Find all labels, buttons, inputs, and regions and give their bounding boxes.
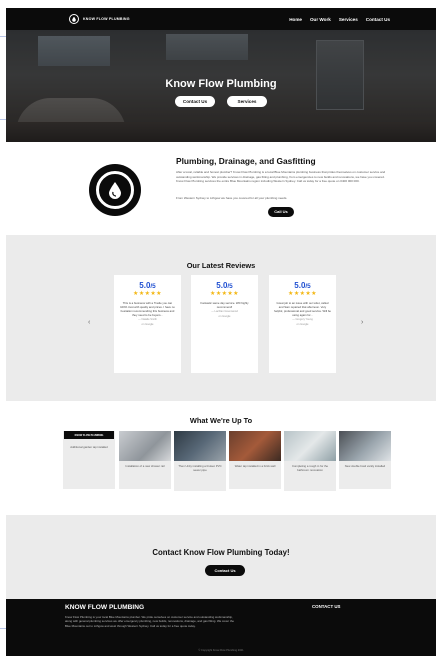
project-caption: New double bowl vanity installed bbox=[344, 464, 386, 468]
review-source: on Google bbox=[141, 323, 154, 327]
review-carousel: 5.0/5 ★★★★★ This is a business with a Tr… bbox=[114, 275, 336, 373]
project-card[interactable]: Completing a rough in for the bathroom r… bbox=[284, 431, 336, 491]
about-section: Plumbing, Drainage, and Gasfitting After… bbox=[6, 142, 436, 235]
project-thumb: KNOW FLOW PLUMBING bbox=[64, 431, 114, 439]
about-paragraph: After a local, reliable and honest plumb… bbox=[176, 170, 386, 183]
review-author: — Natalie Smith bbox=[138, 318, 157, 322]
review-stars-icon: ★★★★★ bbox=[133, 291, 162, 297]
project-thumb bbox=[284, 431, 336, 461]
nav-links: Home Our Work Services Contact Us bbox=[289, 17, 390, 22]
hero-contact-button[interactable]: Contact Us bbox=[175, 96, 215, 107]
review-author: — Gregory Young bbox=[292, 318, 313, 322]
reviews-prev-arrow-icon[interactable]: ‹ bbox=[88, 319, 90, 326]
project-card[interactable]: Then Unity installing a broken PVC sewer… bbox=[174, 431, 226, 491]
project-caption: Then Unity installing a broken PVC sewer… bbox=[178, 464, 222, 472]
footer-copyright: © Copyright Know Flow Plumbing 2021 bbox=[198, 649, 244, 652]
project-caption: Additional garden tap installed bbox=[70, 445, 108, 449]
nav-link-home[interactable]: Home bbox=[289, 17, 302, 22]
review-text: Fantastic same day service. Will highly … bbox=[200, 301, 249, 310]
project-card[interactable]: Water tap installed in a brick wall bbox=[229, 431, 281, 489]
hero-buttons: Contact Us Services bbox=[6, 96, 436, 107]
project-caption: Water tap installed in a brick wall bbox=[234, 464, 276, 468]
review-text: Great job to an issue with our toilet, c… bbox=[274, 301, 331, 318]
nav-brand[interactable]: KNOW FLOW PLUMBING bbox=[83, 17, 130, 21]
projects-title: What We're Up To bbox=[189, 416, 253, 425]
project-thumb bbox=[229, 431, 281, 461]
review-card: 5.0/5 ★★★★★ Fantastic same day service. … bbox=[191, 275, 258, 373]
about-title: Plumbing, Drainage, and Gasfitting bbox=[176, 156, 316, 166]
call-us-button[interactable]: Call Us bbox=[268, 207, 294, 217]
about-paragraph: From Western Sydney to Lithgow we have y… bbox=[176, 196, 288, 200]
project-thumb-label: KNOW FLOW PLUMBING bbox=[74, 433, 104, 437]
review-card: 5.0/5 ★★★★★ Great job to an issue with o… bbox=[269, 275, 336, 373]
review-source: on Google bbox=[218, 314, 231, 318]
contact-title: Contact Know Flow Plumbing Today! bbox=[152, 548, 290, 557]
project-card[interactable]: KNOW FLOW PLUMBING Additional garden tap… bbox=[63, 431, 115, 489]
projects-section: What We're Up To KNOW FLOW PLUMBING Addi… bbox=[6, 401, 436, 515]
reviews-title: Our Latest Reviews bbox=[186, 261, 256, 270]
reviews-next-arrow-icon[interactable]: › bbox=[361, 319, 363, 326]
project-card[interactable]: New double bowl vanity installed bbox=[339, 431, 391, 489]
nav-link-contact[interactable]: Contact Us bbox=[366, 17, 390, 22]
footer-description: Know Flow Plumbing is your local Blue Mo… bbox=[65, 615, 234, 628]
nav-link-services[interactable]: Services bbox=[339, 17, 358, 22]
footer-brand: KNOW FLOW PLUMBING bbox=[65, 604, 145, 611]
droplet-logo-icon bbox=[89, 164, 141, 216]
nav-link-our-work[interactable]: Our Work bbox=[310, 17, 331, 22]
contact-section: Contact Know Flow Plumbing Today! Contac… bbox=[6, 515, 436, 599]
project-card[interactable]: Installation of a new shower rail bbox=[119, 431, 171, 489]
project-caption: Completing a rough in for the bathroom r… bbox=[291, 464, 329, 472]
top-nav: KNOW FLOW PLUMBING Home Our Work Service… bbox=[6, 8, 436, 30]
project-thumb bbox=[174, 431, 226, 461]
hero-title: Know Flow Plumbing bbox=[165, 78, 277, 90]
project-thumb bbox=[119, 431, 171, 461]
website-page: KNOW FLOW PLUMBING Home Our Work Service… bbox=[6, 8, 436, 656]
review-stars-icon: ★★★★★ bbox=[210, 291, 239, 297]
hero-services-button[interactable]: Services bbox=[227, 96, 267, 107]
review-source: on Google bbox=[296, 323, 309, 327]
hero-banner: Know Flow Plumbing Contact Us Services bbox=[6, 30, 436, 142]
review-text: This is a business with a Tradie you can… bbox=[120, 301, 175, 318]
footer-contact-heading: CONTACT US bbox=[312, 604, 341, 609]
review-score: 5.0/5 bbox=[139, 281, 156, 290]
review-card: 5.0/5 ★★★★★ This is a business with a Tr… bbox=[114, 275, 181, 373]
review-score: 5.0/5 bbox=[216, 281, 233, 290]
project-thumb bbox=[339, 431, 391, 461]
review-author: — Lachlan Greenwood bbox=[211, 310, 238, 314]
contact-us-button[interactable]: Contact Us bbox=[205, 565, 245, 576]
reviews-section: Our Latest Reviews ‹ › 5.0/5 ★★★★★ This … bbox=[6, 235, 436, 401]
review-stars-icon: ★★★★★ bbox=[288, 291, 317, 297]
project-caption: Installation of a new shower rail bbox=[125, 464, 165, 468]
review-score: 5.0/5 bbox=[294, 281, 311, 290]
site-footer: KNOW FLOW PLUMBING Know Flow Plumbing is… bbox=[6, 599, 436, 656]
logo-icon[interactable] bbox=[69, 14, 79, 24]
